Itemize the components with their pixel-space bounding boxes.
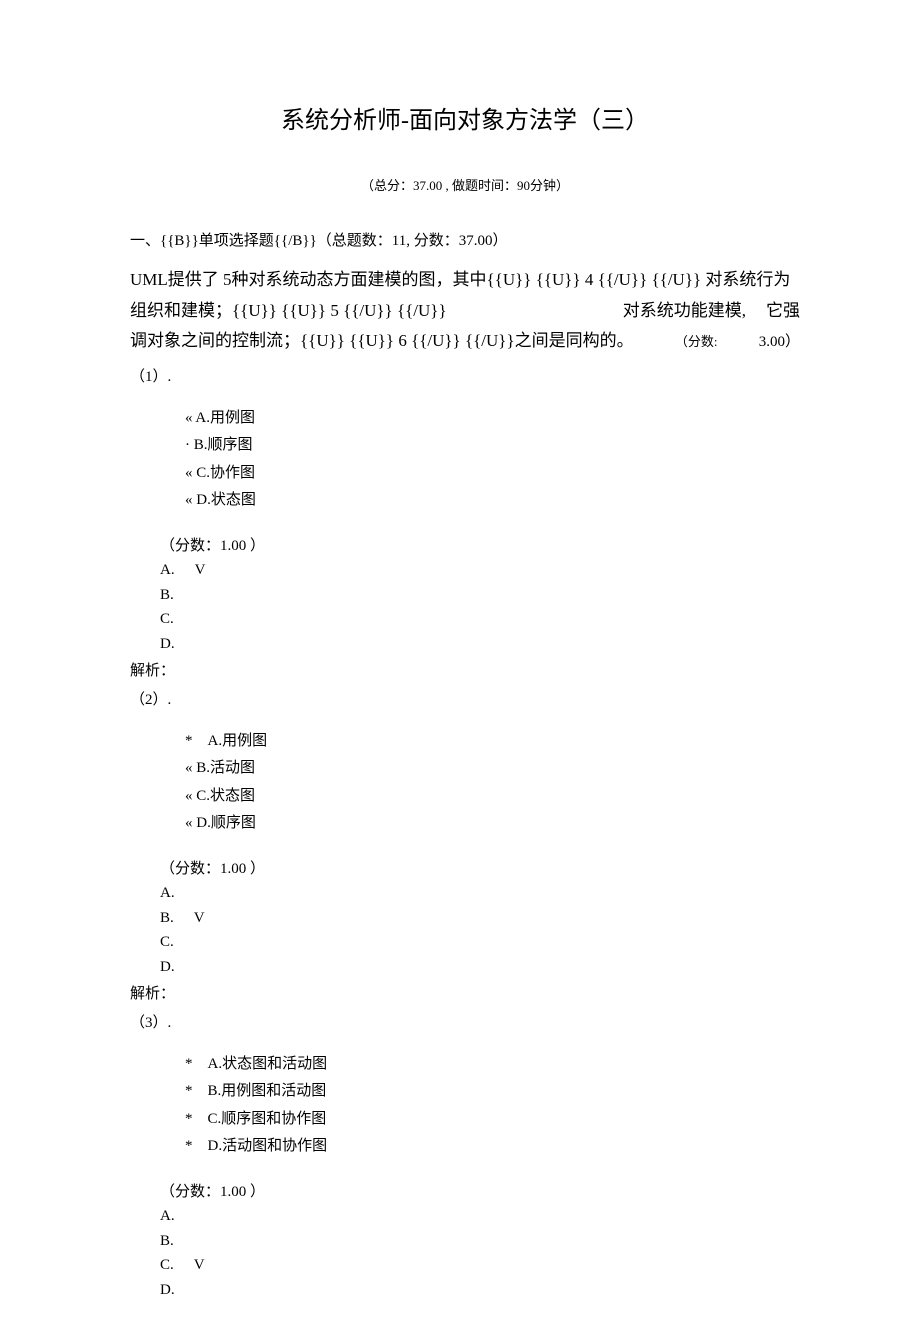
options-list: * A.状态图和活动图* B.用例图和活动图* C.顺序图和协作图* D.活动图… [185,1052,800,1160]
option-text: B.用例图和活动图 [193,1083,327,1099]
stem-line-2: 组织和建模；{{U}} {{U}} 5 {{/U}} {{/U}} 对系统功能建… [130,296,800,327]
sub-score: （分数：1.00 ） [160,534,800,555]
bullet-icon: * [185,1083,193,1099]
answer-item: D. [160,955,800,980]
answer-item: C. V [160,1253,800,1278]
option-item: * C.顺序图和协作图 [185,1107,800,1133]
question-stem: UML提供了 5种对系统动态方面建模的图，其中{{U}} {{U}} 4 {{/… [130,265,800,357]
option-text: B.活动图 [193,760,256,776]
bullet-icon: * [185,733,193,749]
bullet-icon: « [185,760,193,776]
answer-label: A. [160,885,175,901]
option-item: « D.状态图 [185,488,800,514]
answer-label: D. [160,636,175,652]
checkmark-icon: V [195,562,206,578]
answer-label: D. [160,959,175,975]
answer-list: A. B. C. V D. [160,1204,800,1303]
answer-label: A. [160,1208,175,1224]
option-item: « D.顺序图 [185,811,800,837]
option-item: * B.用例图和活动图 [185,1079,800,1105]
options-list: * A.用例图« B.活动图« C.状态图« D.顺序图 [185,729,800,837]
option-text: B.顺序图 [190,437,253,453]
bullet-icon: * [185,1056,193,1072]
answer-item: A. V [160,558,800,583]
option-text: C.顺序图和协作图 [193,1111,327,1127]
document-title: 系统分析师-面向对象方法学（三） [130,100,800,135]
answer-item: B. [160,1229,800,1254]
answer-label: C. [160,1257,174,1273]
options-list: « A.用例图· B.顺序图« C.协作图« D.状态图 [185,406,800,514]
answer-label: B. [160,910,174,926]
option-text: D.状态图 [193,492,256,508]
analysis-label: 解析： [130,659,800,680]
option-item: « A.用例图 [185,406,800,432]
answer-item: C. [160,607,800,632]
analysis-label: 解析： [130,982,800,1003]
option-item: * A.用例图 [185,729,800,755]
option-text: A.状态图和活动图 [193,1056,328,1072]
option-text: D.活动图和协作图 [193,1138,328,1154]
answer-label: C. [160,611,174,627]
sub-question-number: （2）. [130,688,800,709]
answer-item: B. V [160,906,800,931]
option-item: * D.活动图和协作图 [185,1134,800,1160]
bullet-icon: « [185,815,193,831]
option-item: · B.顺序图 [185,433,800,459]
bullet-icon: « [185,788,193,804]
document-page: 系统分析师-面向对象方法学（三） （总分：37.00 , 做题时间：90分钟） … [0,0,920,1343]
answer-item: B. [160,583,800,608]
stem-line-1: UML提供了 5种对系统动态方面建模的图，其中{{U}} {{U}} 4 {{/… [130,265,800,296]
answer-item: D. [160,632,800,657]
sub-question-number: （1）. [130,365,800,386]
answer-label: B. [160,587,174,603]
answer-item: C. [160,930,800,955]
bullet-icon: * [185,1111,193,1127]
option-item: « B.活动图 [185,756,800,782]
sub-score: （分数：1.00 ） [160,857,800,878]
bullet-icon: « [185,465,193,481]
option-text: A.用例图 [193,410,256,426]
bullet-icon: * [185,1138,193,1154]
sub-question: （2）.* A.用例图« B.活动图« C.状态图« D.顺序图（分数：1.00… [130,688,800,1003]
checkmark-icon: V [194,1257,205,1273]
answer-label: A. [160,562,175,578]
sub-question-number: （3）. [130,1011,800,1032]
stem-line-3: 调对象之间的控制流；{{U}} {{U}} 6 {{/U}} {{/U}}之间是… [130,326,800,357]
sub-question: （3）.* A.状态图和活动图* B.用例图和活动图* C.顺序图和协作图* D… [130,1011,800,1303]
answer-label: B. [160,1233,174,1249]
answer-list: A. V B. C. D. [160,558,800,657]
answer-label: D. [160,1282,175,1298]
answer-label: C. [160,934,174,950]
sub-question: （1）.« A.用例图· B.顺序图« C.协作图« D.状态图（分数：1.00… [130,365,800,680]
bullet-icon: « [185,410,193,426]
option-text: A.用例图 [193,733,268,749]
sub-score: （分数：1.00 ） [160,1180,800,1201]
answer-item: A. [160,881,800,906]
option-item: « C.协作图 [185,461,800,487]
option-item: « C.状态图 [185,784,800,810]
option-item: * A.状态图和活动图 [185,1052,800,1078]
option-text: C.状态图 [193,788,256,804]
answer-item: D. [160,1278,800,1303]
section-header: 一、{{B}}单项选择题{{/B}}（总题数：11, 分数：37.00） [130,229,800,250]
answer-list: A. B. V C. D. [160,881,800,980]
option-text: D.顺序图 [193,815,256,831]
checkmark-icon: V [194,910,205,926]
document-subtitle: （总分：37.00 , 做题时间：90分钟） [130,175,800,194]
bullet-icon: « [185,492,193,508]
option-text: C.协作图 [193,465,256,481]
answer-item: A. [160,1204,800,1229]
